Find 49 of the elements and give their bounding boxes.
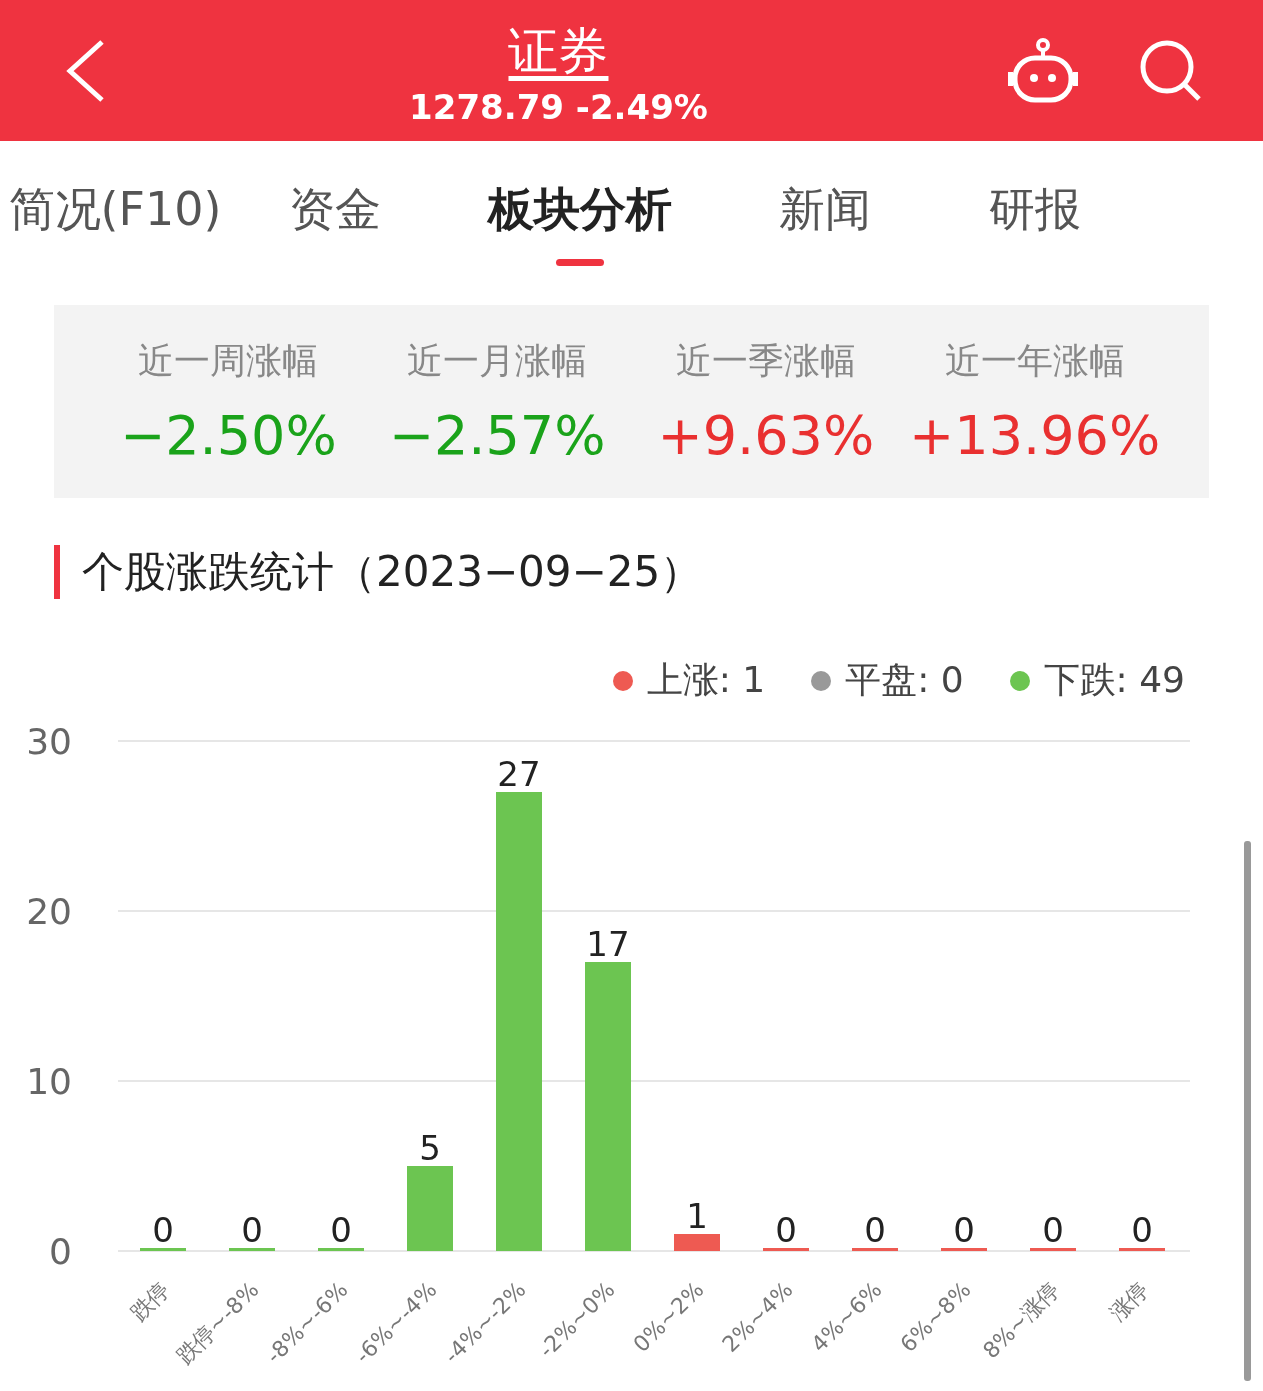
data-label: 27: [497, 754, 541, 794]
data-label: 1: [686, 1196, 708, 1236]
data-label: 5: [419, 1128, 441, 1168]
data-label: 0: [775, 1210, 797, 1250]
data-label: 0: [1131, 1210, 1153, 1250]
bar: [674, 1234, 720, 1251]
axis-label: 涨停: [1104, 1276, 1154, 1326]
stat-label: 近一季涨幅: [675, 338, 856, 383]
data-label: 17: [586, 924, 630, 964]
stat-value: −2.57%: [388, 403, 606, 467]
tab[interactable]: 研报: [930, 179, 1140, 241]
data-label: 0: [241, 1210, 263, 1250]
tab[interactable]: 板块分析: [440, 179, 720, 266]
section-title: 个股涨跌统计（2023−09−25）: [82, 546, 703, 598]
bar: [763, 1248, 809, 1251]
page-title[interactable]: 证券: [508, 14, 609, 87]
bar: [1119, 1248, 1165, 1251]
data-label: 0: [953, 1210, 975, 1250]
tab[interactable]: 简况(F10): [0, 179, 230, 241]
stat-label: 近一周涨幅: [138, 338, 319, 383]
stat-label: 近一月涨幅: [407, 338, 588, 383]
legend-label: 上涨: 1: [646, 658, 766, 702]
scrollbar[interactable]: [1244, 841, 1251, 1381]
legend-label: 下跌: 49: [1043, 658, 1185, 702]
stat-value: −2.50%: [119, 403, 337, 467]
index-quote: 1278.79 -2.49%: [409, 86, 708, 127]
tab[interactable]: 资金: [230, 179, 440, 241]
bar: [941, 1248, 987, 1251]
stat-label: 近一年涨幅: [944, 338, 1125, 383]
search-icon[interactable]: [1139, 38, 1203, 103]
robot-icon[interactable]: [1007, 37, 1079, 104]
data-label: 0: [152, 1210, 174, 1250]
stat-value: +9.63%: [657, 403, 875, 467]
bar: [229, 1248, 275, 1251]
axis-tick: 30: [26, 721, 72, 762]
legend-label: 平盘: 0: [845, 658, 964, 702]
axis-tick: 0: [49, 1231, 72, 1272]
data-label: 0: [330, 1210, 352, 1250]
tab[interactable]: 新闻: [720, 179, 930, 241]
data-label: 0: [1042, 1210, 1064, 1250]
bar: [852, 1248, 898, 1251]
bar: [140, 1248, 186, 1251]
axis-label: 跌停: [125, 1276, 175, 1326]
bar: [1030, 1248, 1076, 1251]
axis-tick: 10: [26, 1061, 72, 1102]
data-label: 0: [864, 1210, 886, 1250]
axis-tick: 20: [26, 891, 72, 932]
stat-value: +13.96%: [909, 403, 1161, 467]
bar: [318, 1248, 364, 1251]
